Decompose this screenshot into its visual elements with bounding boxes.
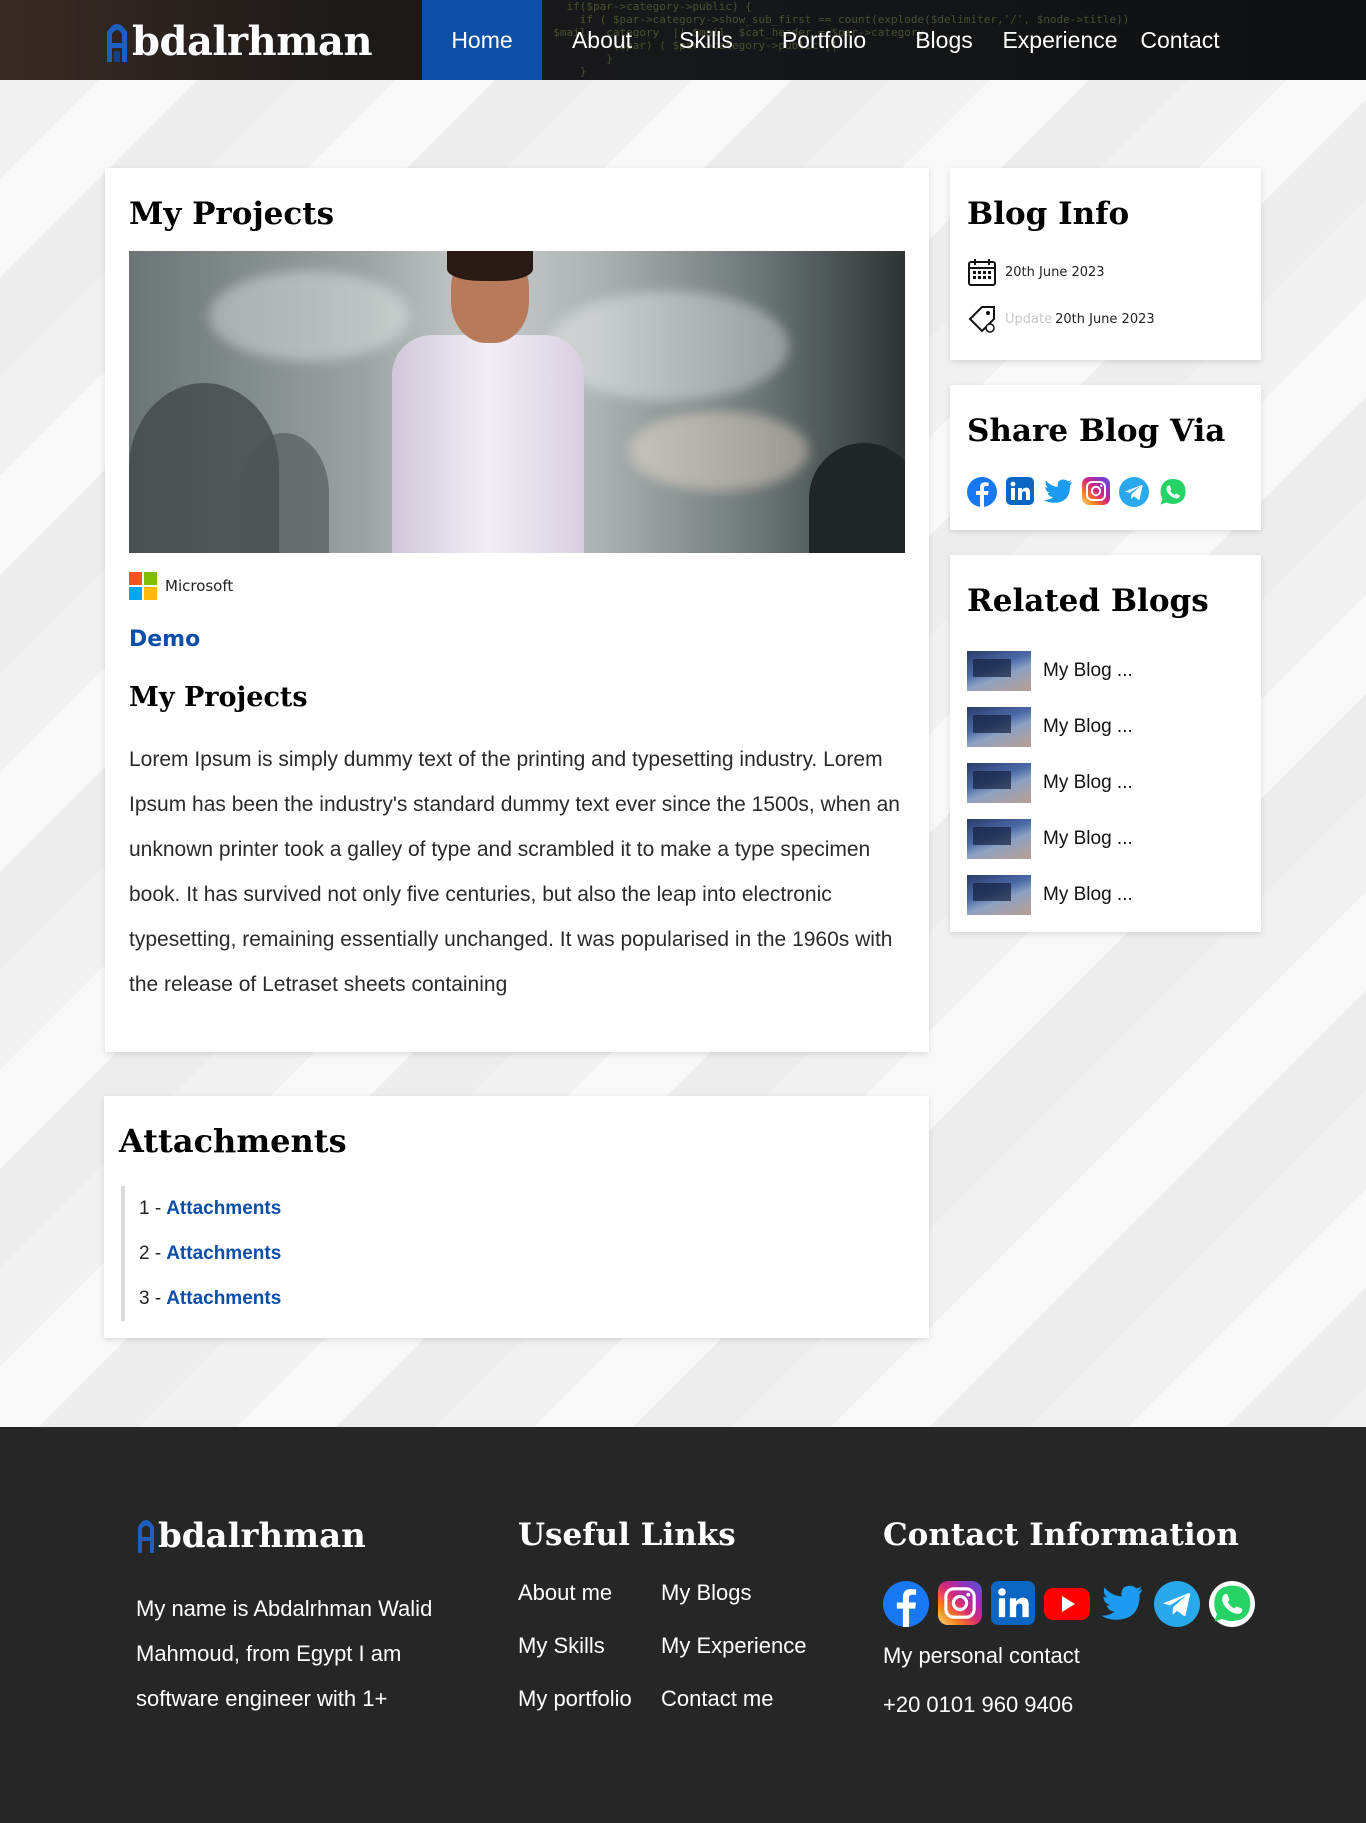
logo-a-icon bbox=[107, 24, 127, 62]
attachment-item: 3 - Attachments bbox=[139, 1276, 281, 1321]
attachment-item: 1 - Attachments bbox=[139, 1186, 281, 1231]
whatsapp-icon[interactable] bbox=[1209, 1581, 1255, 1627]
nav-about[interactable]: About bbox=[542, 0, 662, 80]
instagram-icon[interactable] bbox=[1082, 477, 1110, 505]
youtube-icon[interactable] bbox=[1044, 1581, 1090, 1627]
related-blog-item[interactable]: My Blog ... bbox=[967, 699, 1133, 755]
updated-date-row: Update 20th June 2023 bbox=[967, 304, 1155, 334]
linkedin-icon[interactable] bbox=[1006, 477, 1034, 505]
attachment-number: 3 - bbox=[139, 1287, 162, 1309]
created-date-row: 20th June 2023 bbox=[967, 257, 1105, 287]
related-blog-item[interactable]: My Blog ... bbox=[967, 755, 1133, 811]
footer-link-blogs[interactable]: My Blogs bbox=[661, 1575, 841, 1611]
footer-logo-text: bdalrhman bbox=[158, 1516, 366, 1556]
footer-link-skills[interactable]: My Skills bbox=[518, 1628, 661, 1664]
attachment-link[interactable]: Attachments bbox=[166, 1288, 281, 1310]
related-blogs-card: Related Blogs My Blog ... My Blog ... My… bbox=[950, 555, 1261, 932]
footer-link-about[interactable]: About me bbox=[518, 1575, 661, 1611]
attachments-card: Attachments 1 - Attachments 2 - Attachme… bbox=[104, 1096, 929, 1338]
instagram-icon[interactable] bbox=[938, 1581, 982, 1625]
telegram-icon[interactable] bbox=[1154, 1581, 1200, 1627]
project-subtitle: My Projects bbox=[129, 682, 308, 713]
top-navbar: if($par->category->public) { if ( $par->… bbox=[0, 0, 1366, 80]
calendar-icon bbox=[968, 259, 996, 286]
logo-text: bdalrhman bbox=[132, 18, 373, 65]
twitter-icon[interactable] bbox=[1043, 477, 1073, 507]
blog-thumbnail bbox=[967, 875, 1031, 915]
company-name: Microsoft bbox=[165, 577, 234, 595]
facebook-icon[interactable] bbox=[883, 1581, 929, 1627]
footer: bdalrhman My name is Abdalrhman Walid Ma… bbox=[0, 1427, 1366, 1823]
blog-info-title: Blog Info bbox=[967, 196, 1130, 232]
nav-portfolio[interactable]: Portfolio bbox=[750, 0, 898, 80]
footer-social-icons bbox=[883, 1581, 1255, 1627]
project-title: My Projects bbox=[129, 196, 335, 232]
related-blog-title: My Blog ... bbox=[1043, 660, 1133, 681]
share-title: Share Blog Via bbox=[967, 413, 1226, 449]
attachment-item: 2 - Attachments bbox=[139, 1231, 281, 1276]
telegram-icon[interactable] bbox=[1119, 477, 1149, 507]
share-card: Share Blog Via bbox=[950, 385, 1261, 530]
project-card: My Projects Microsoft Demo My Projects L… bbox=[105, 168, 929, 1052]
related-blogs-list: My Blog ... My Blog ... My Blog ... My B… bbox=[967, 643, 1133, 923]
blog-thumbnail bbox=[967, 819, 1031, 859]
tag-icon bbox=[968, 306, 995, 333]
blog-thumbnail bbox=[967, 707, 1031, 747]
twitter-icon[interactable] bbox=[1099, 1581, 1145, 1627]
attachments-list: 1 - Attachments 2 - Attachments 3 - Atta… bbox=[121, 1186, 281, 1321]
facebook-icon[interactable] bbox=[967, 477, 997, 507]
whatsapp-icon[interactable] bbox=[1158, 477, 1188, 507]
related-blog-title: My Blog ... bbox=[1043, 884, 1133, 905]
share-icons bbox=[967, 477, 1188, 507]
project-image bbox=[129, 251, 905, 553]
demo-link[interactable]: Demo bbox=[129, 627, 200, 652]
site-logo[interactable]: bdalrhman bbox=[104, 10, 373, 66]
footer-link-experience[interactable]: My Experience bbox=[661, 1628, 841, 1664]
nav-home[interactable]: Home bbox=[422, 0, 542, 80]
attachment-number: 2 - bbox=[139, 1242, 162, 1264]
contact-label: My personal contact bbox=[883, 1643, 1080, 1668]
blog-info-card: Blog Info 20th June 2023 Update 20th Jun… bbox=[950, 168, 1261, 360]
related-blogs-title: Related Blogs bbox=[967, 583, 1209, 619]
related-blog-item[interactable]: My Blog ... bbox=[967, 811, 1133, 867]
nav-blogs[interactable]: Blogs bbox=[898, 0, 990, 80]
update-label: Update bbox=[1005, 311, 1053, 327]
logo-a-icon bbox=[138, 1520, 154, 1553]
footer-logo[interactable]: bdalrhman bbox=[136, 1515, 366, 1557]
useful-links-title: Useful Links bbox=[518, 1517, 736, 1553]
blog-thumbnail bbox=[967, 763, 1031, 803]
footer-link-contact[interactable]: Contact me bbox=[661, 1681, 841, 1717]
contact-phone[interactable]: +20 0101 960 9406 bbox=[883, 1692, 1073, 1718]
related-blog-item[interactable]: My Blog ... bbox=[967, 867, 1133, 923]
related-blog-item[interactable]: My Blog ... bbox=[967, 643, 1133, 699]
attachment-link[interactable]: Attachments bbox=[166, 1198, 281, 1220]
microsoft-icon bbox=[129, 572, 157, 600]
related-blog-title: My Blog ... bbox=[1043, 828, 1133, 849]
nav-skills[interactable]: Skills bbox=[662, 0, 750, 80]
blog-thumbnail bbox=[967, 651, 1031, 691]
attachments-title: Attachments bbox=[119, 1122, 347, 1160]
created-date: 20th June 2023 bbox=[1005, 264, 1105, 280]
attachment-number: 1 - bbox=[139, 1197, 162, 1219]
useful-links: About me My Blogs My Skills My Experienc… bbox=[518, 1575, 841, 1717]
project-description: Lorem Ipsum is simply dummy text of the … bbox=[129, 748, 900, 996]
nav-experience[interactable]: Experience bbox=[990, 0, 1130, 80]
linkedin-icon[interactable] bbox=[991, 1581, 1035, 1625]
related-blog-title: My Blog ... bbox=[1043, 772, 1133, 793]
main-nav: Home About Skills Portfolio Blogs Experi… bbox=[422, 0, 1230, 80]
contact-info-title: Contact Information bbox=[883, 1517, 1239, 1553]
nav-contact[interactable]: Contact bbox=[1130, 0, 1230, 80]
updated-date: 20th June 2023 bbox=[1055, 311, 1155, 327]
footer-link-portfolio[interactable]: My portfolio bbox=[518, 1681, 661, 1717]
company-row: Microsoft bbox=[129, 572, 233, 600]
footer-about-text: My name is Abdalrhman Walid Mahmoud, fro… bbox=[136, 1596, 433, 1711]
attachment-link[interactable]: Attachments bbox=[166, 1243, 281, 1265]
related-blog-title: My Blog ... bbox=[1043, 716, 1133, 737]
